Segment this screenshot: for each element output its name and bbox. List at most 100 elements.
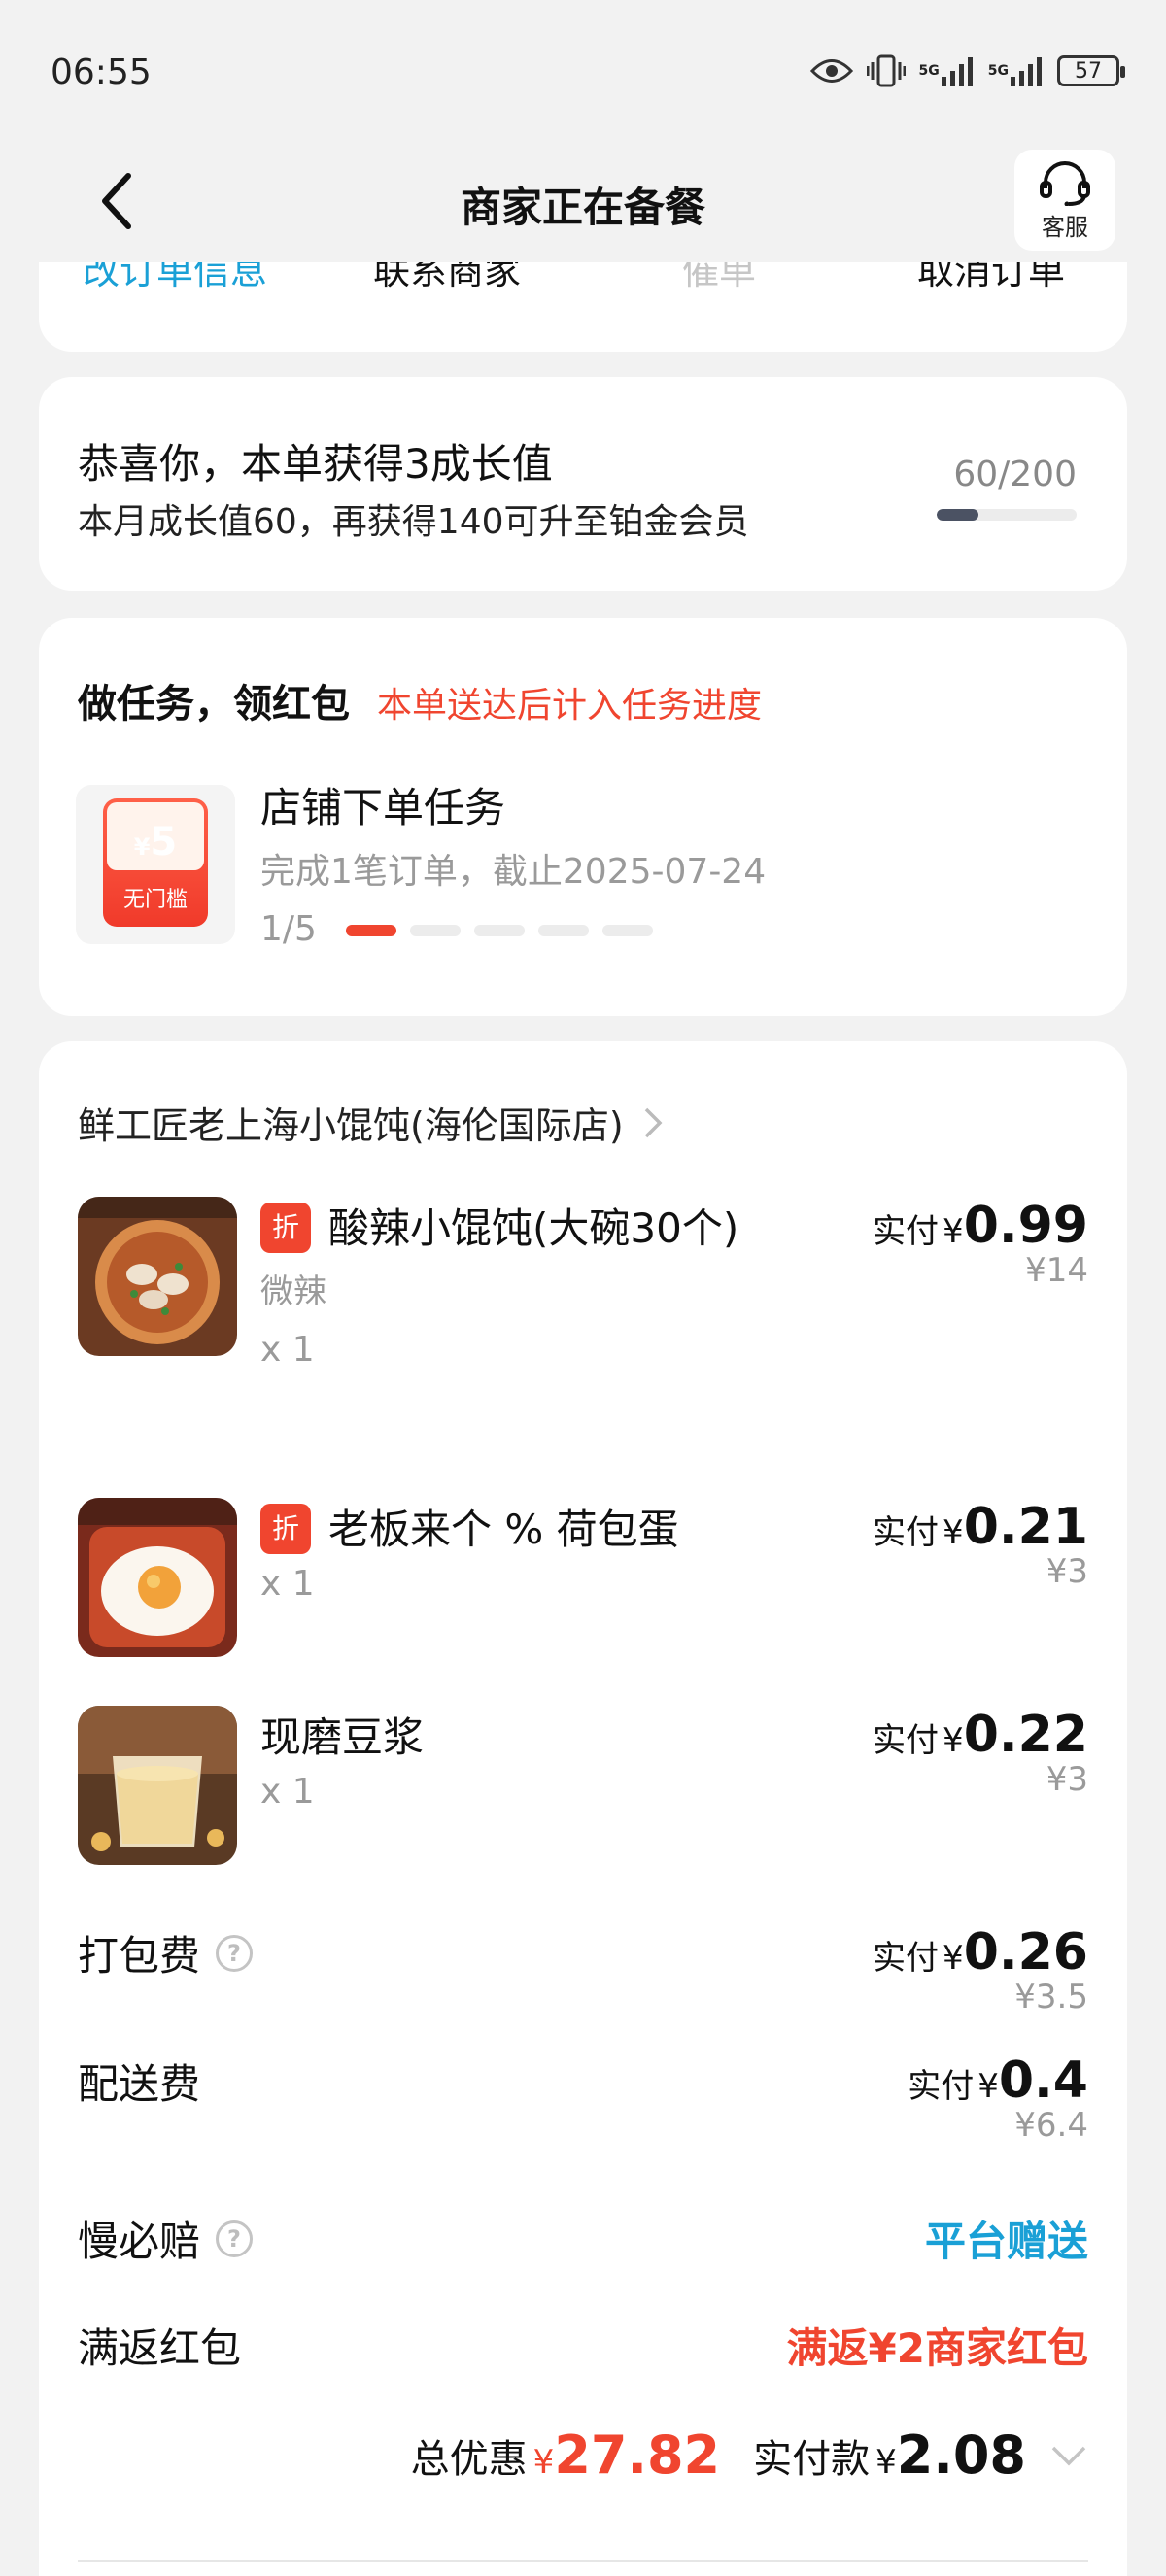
delivery-fee-row: 配送费 实付 ¥0.4 ¥6.4 <box>78 2051 1088 2149</box>
packing-fee-label: 打包费 <box>78 1932 201 1980</box>
coupon-amount: 5 <box>150 820 178 864</box>
order-item[interactable]: 折老板来个 % 荷包蛋 x 1 实付 ¥0.21 ¥3 <box>78 1498 1088 1663</box>
status-icons: 5G 5G 57 <box>809 54 1125 87</box>
total-paid-label: 实付款 <box>753 2436 871 2482</box>
item-name: 酸辣小馄饨(大碗30个) <box>328 1204 739 1252</box>
total-paid-amount: 2.08 <box>896 2424 1026 2486</box>
currency-symbol: ¥ <box>532 2443 555 2482</box>
total-summary[interactable]: 总优惠 ¥27.82 实付款 ¥2.08 <box>411 2424 1088 2486</box>
item-qty: x 1 <box>260 1564 315 1604</box>
growth-progress-bar <box>937 509 1077 521</box>
task-name: 店铺下单任务 <box>260 784 506 831</box>
total-discount-amount: 27.82 <box>554 2424 721 2486</box>
urge-order-button[interactable]: 催单 <box>583 262 855 294</box>
store-link[interactable]: 鲜工匠老上海小馄饨(海伦国际店) <box>78 1096 663 1149</box>
late-guarantee-label: 慢必赔 <box>78 2218 201 2265</box>
packing-fee-original: ¥3.5 <box>1014 1978 1088 2017</box>
headset-icon <box>1040 160 1090 206</box>
modify-order-button[interactable]: 改订单信息 <box>39 262 311 294</box>
help-icon[interactable]: ? <box>216 1934 254 1972</box>
order-details-card: 鲜工匠老上海小馄饨(海伦国际店) 折酸辣小馄饨(大碗30个) 微辣 x 1 实付… <box>39 1041 1127 2576</box>
paid-prefix: 实付 <box>873 1212 940 1251</box>
growth-card[interactable]: 恭喜你，本单获得3成长值 本月成长值60，再获得140可升至铂金会员 60/20… <box>39 377 1127 591</box>
packing-fee-paid: 0.26 <box>963 1923 1088 1982</box>
chevron-right-icon <box>644 1107 663 1137</box>
vibrate-icon <box>866 54 906 87</box>
item-qty: x 1 <box>260 1330 315 1370</box>
task-progress-dot <box>538 925 589 936</box>
paid-prefix: 实付 <box>873 1513 940 1552</box>
task-section-title: 做任务，领红包 <box>78 682 350 727</box>
item-original-price: ¥14 <box>1025 1251 1088 1290</box>
network-label-1: 5G <box>918 63 940 79</box>
help-icon[interactable]: ? <box>216 2220 254 2257</box>
growth-title: 恭喜你，本单获得3成长值 <box>78 440 553 488</box>
coupon-icon: ¥5 无门槛 <box>76 785 235 944</box>
fried-egg-image <box>78 1498 237 1657</box>
delivery-fee-paid: 0.4 <box>998 2051 1088 2110</box>
customer-service-button[interactable]: 客服 <box>1014 150 1115 251</box>
late-guarantee-value: 平台赠送 <box>924 2218 1088 2265</box>
delivery-fee-original: ¥6.4 <box>1014 2106 1088 2145</box>
cancel-order-button[interactable]: 取消订单 <box>855 262 1127 294</box>
currency-symbol: ¥ <box>943 1212 964 1251</box>
task-progress-dot <box>602 925 653 936</box>
status-bar: 06:55 5G 5G 57 <box>0 0 1166 146</box>
cashback-label: 满返红包 <box>78 2324 242 2372</box>
divider <box>78 2560 1088 2562</box>
discount-tag: 折 <box>260 1203 311 1253</box>
item-qty: x 1 <box>260 1772 315 1812</box>
customer-service-label: 客服 <box>1042 213 1088 241</box>
page-title: 商家正在备餐 <box>460 184 705 231</box>
task-progress-dots <box>346 925 653 936</box>
order-item[interactable]: 现磨豆浆 x 1 实付 ¥0.22 ¥3 <box>78 1706 1088 1871</box>
packing-fee-row: 打包费 ? 实付 ¥0.26 ¥3.5 <box>78 1923 1088 2020</box>
signal-icon-2: 5G <box>988 55 1044 86</box>
task-progress-dot <box>474 925 525 936</box>
item-paid-amount: 0.99 <box>963 1197 1088 1255</box>
paid-prefix: 实付 <box>873 1721 940 1760</box>
growth-progress-fill <box>937 509 979 521</box>
item-original-price: ¥3 <box>1046 1760 1088 1799</box>
header: 商家正在备餐 客服 <box>0 146 1166 262</box>
growth-progress-text: 60/200 <box>953 455 1077 494</box>
item-paid-amount: 0.22 <box>963 1706 1088 1764</box>
item-spec: 微辣 <box>260 1272 326 1311</box>
currency-symbol: ¥ <box>875 2443 897 2482</box>
wonton-image <box>78 1197 237 1356</box>
soy-milk-image <box>78 1706 237 1865</box>
discount-tag: 折 <box>260 1504 311 1554</box>
task-progress-dot <box>346 925 396 936</box>
item-name: 老板来个 % 荷包蛋 <box>328 1506 679 1553</box>
item-paid-amount: 0.21 <box>963 1498 1088 1556</box>
store-name: 鲜工匠老上海小馄饨(海伦国际店) <box>78 1104 624 1147</box>
status-time: 06:55 <box>51 52 152 92</box>
contact-merchant-button[interactable]: 联系商家 <box>311 262 583 294</box>
late-guarantee-row: 慢必赔 ? 平台赠送 <box>78 2209 1088 2267</box>
task-card[interactable]: 做任务，领红包 本单送达后计入任务进度 ¥5 无门槛 店铺下单任务 完成1笔订单… <box>39 618 1127 1016</box>
currency-symbol: ¥ <box>943 1513 964 1552</box>
growth-subtitle: 本月成长值60，再获得140可升至铂金会员 <box>78 502 749 542</box>
coupon-currency: ¥ <box>133 833 151 861</box>
network-label-2: 5G <box>987 63 1009 79</box>
order-actions-card: 改订单信息 联系商家 催单 取消订单 <box>39 262 1127 352</box>
item-original-price: ¥3 <box>1046 1552 1088 1591</box>
chevron-down-icon[interactable] <box>1049 2444 1088 2467</box>
cashback-value: 满返¥2商家红包 <box>786 2324 1088 2372</box>
item-name: 现磨豆浆 <box>260 1713 425 1761</box>
task-progress-dot <box>410 925 461 936</box>
task-description: 完成1笔订单，截止2025-07-24 <box>260 852 767 892</box>
currency-symbol: ¥ <box>943 1721 964 1760</box>
order-item[interactable]: 折酸辣小馄饨(大碗30个) 微辣 x 1 实付 ¥0.99 ¥14 <box>78 1197 1088 1449</box>
currency-symbol: ¥ <box>977 2067 999 2106</box>
paid-prefix: 实付 <box>908 2067 975 2106</box>
task-note: 本单送达后计入任务进度 <box>377 686 763 726</box>
eye-icon <box>809 56 853 85</box>
battery-icon: 57 <box>1057 55 1125 86</box>
delivery-fee-label: 配送费 <box>78 2060 201 2108</box>
task-progress-text: 1/5 <box>260 909 317 949</box>
paid-prefix: 实付 <box>873 1939 940 1978</box>
total-discount-label: 总优惠 <box>410 2436 528 2482</box>
coupon-label: 无门槛 <box>122 888 188 912</box>
cashback-row: 满返红包 满返¥2商家红包 <box>78 2316 1088 2374</box>
